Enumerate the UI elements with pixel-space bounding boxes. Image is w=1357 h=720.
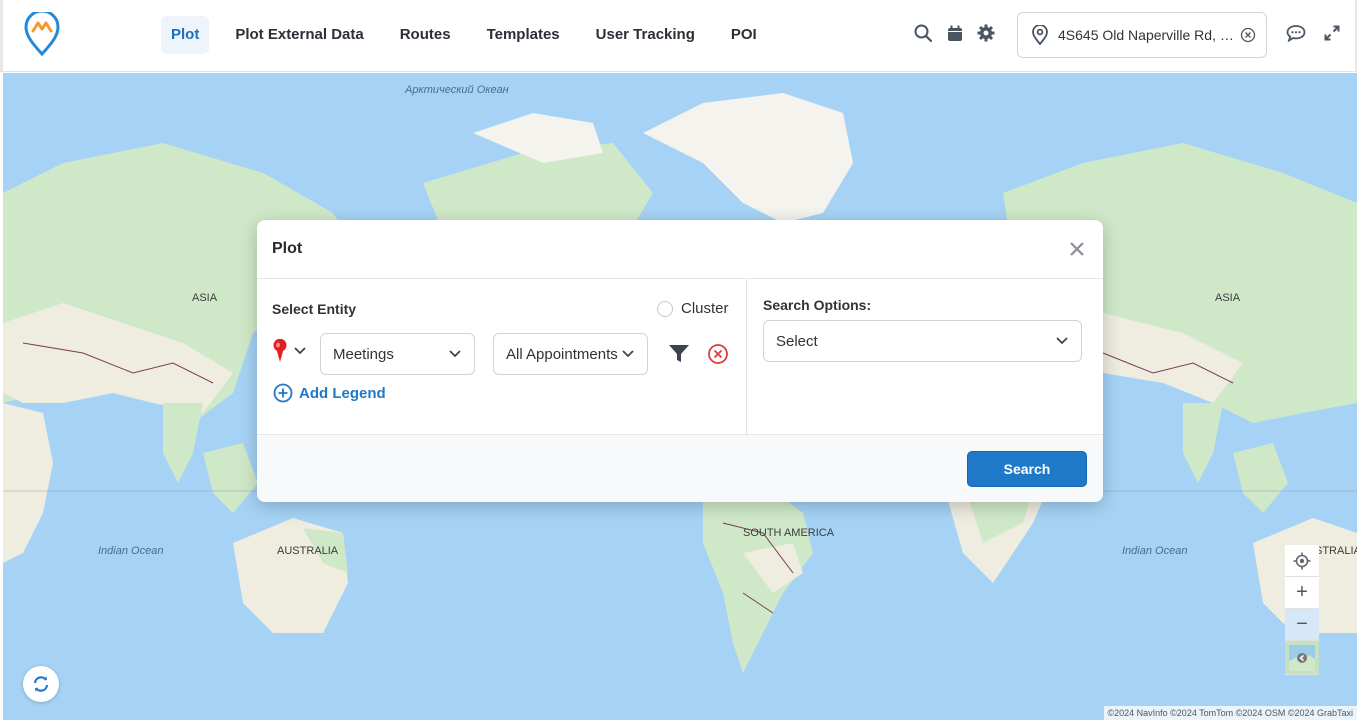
add-legend-button[interactable]: Add Legend — [273, 383, 386, 403]
map-label-asia: ASIA — [192, 292, 218, 304]
modal-title: Plot — [272, 240, 303, 257]
cluster-label: Cluster — [681, 300, 729, 317]
chevron-down-icon — [449, 350, 461, 358]
map-label-indian-ocean-right: Indian Ocean — [1122, 545, 1188, 557]
search-options-select[interactable]: Select — [763, 320, 1082, 362]
zoom-in-button[interactable]: + — [1285, 577, 1319, 609]
calendar-icon[interactable] — [944, 22, 966, 44]
gear-icon[interactable] — [975, 22, 997, 44]
app-logo[interactable] — [23, 12, 61, 56]
main-nav: Plot Plot External Data Routes Templates… — [161, 16, 775, 54]
cluster-option[interactable]: Cluster — [657, 300, 729, 317]
expand-icon[interactable] — [1321, 22, 1343, 44]
entity-pane: Select Entity Cluster Meetings All Appoi… — [257, 279, 747, 435]
search-button[interactable]: Search — [967, 451, 1087, 487]
filter-icon[interactable] — [668, 344, 690, 364]
modal-footer: Search — [257, 435, 1103, 502]
map-thumbnail-icon — [1289, 644, 1315, 671]
map-attribution: ©2024 NavInfo ©2024 TomTom ©2024 OSM ©20… — [1103, 706, 1357, 720]
refresh-button[interactable] — [23, 666, 59, 702]
nav-tab-user-tracking[interactable]: User Tracking — [578, 16, 713, 54]
select-entity-label: Select Entity — [272, 301, 357, 317]
search-options-value: Select — [776, 332, 818, 350]
location-pin-icon — [1032, 25, 1048, 45]
clear-address-icon[interactable] — [1240, 27, 1256, 43]
map-style-toggle[interactable] — [1285, 641, 1319, 675]
appointment-filter-select[interactable]: All Appointments — [493, 333, 648, 375]
red-marker-icon — [273, 339, 287, 362]
nav-tab-plot-external-data[interactable]: Plot External Data — [217, 16, 381, 54]
remove-entity-icon[interactable] — [707, 343, 729, 365]
modal-header: Plot — [257, 220, 1103, 279]
address-search-field[interactable]: 4S645 Old Naperville Rd, Naperville, IL — [1017, 12, 1267, 58]
address-value[interactable]: 4S645 Old Naperville Rd, Naperville, IL — [1058, 27, 1240, 43]
chevron-down-icon — [294, 347, 306, 355]
map-label-arctic-ocean: Арктический Океан — [405, 84, 509, 96]
plus-circle-icon — [273, 383, 293, 403]
map-label-asia-right: ASIA — [1215, 292, 1241, 304]
nav-tab-poi[interactable]: POI — [713, 16, 775, 54]
chevron-down-icon — [622, 350, 634, 358]
refresh-icon — [33, 676, 49, 692]
nav-tab-routes[interactable]: Routes — [382, 16, 469, 54]
close-icon[interactable] — [1067, 239, 1087, 259]
chat-icon[interactable] — [1285, 22, 1307, 44]
map-label-australia-right: STRALIA — [1315, 545, 1357, 557]
nav-tab-plot[interactable]: Plot — [161, 16, 210, 54]
plot-modal: Plot Select Entity Cluster Meetings All … — [257, 220, 1103, 502]
add-legend-label: Add Legend — [299, 384, 386, 402]
search-icon[interactable] — [912, 22, 934, 44]
entity-select[interactable]: Meetings — [320, 333, 475, 375]
marker-picker[interactable] — [271, 339, 307, 363]
map-label-south-america: SOUTH AMERICA — [743, 527, 835, 539]
nav-tab-templates[interactable]: Templates — [469, 16, 578, 54]
search-options-label: Search Options: — [763, 297, 872, 313]
appointment-filter-value: All Appointments — [506, 345, 618, 363]
map-label-australia: AUSTRALIA — [277, 545, 339, 557]
my-location-icon[interactable] — [1285, 545, 1319, 577]
map-label-indian-ocean: Indian Ocean — [98, 545, 164, 557]
chevron-down-icon — [1056, 337, 1068, 345]
map-controls: + − — [1285, 545, 1319, 675]
zoom-out-button[interactable]: − — [1285, 609, 1319, 641]
cluster-radio[interactable] — [657, 300, 673, 317]
top-navigation-bar: Plot Plot External Data Routes Templates… — [0, 0, 1357, 72]
entity-select-value: Meetings — [333, 345, 394, 363]
modal-body: Select Entity Cluster Meetings All Appoi… — [257, 279, 1103, 435]
